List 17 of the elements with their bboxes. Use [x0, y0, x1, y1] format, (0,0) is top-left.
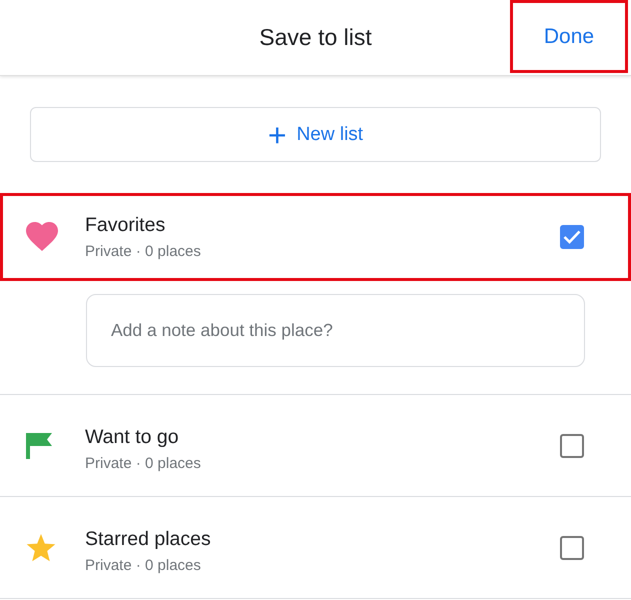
- checkbox[interactable]: [560, 536, 584, 560]
- list-name: Want to go: [85, 426, 180, 448]
- checkbox[interactable]: [560, 225, 584, 249]
- list-row[interactable]: Favorites Private · 0 places: [0, 193, 631, 281]
- done-button[interactable]: Done: [510, 0, 628, 73]
- window-title: Save to list: [259, 24, 372, 51]
- new-list-button[interactable]: + New list: [30, 107, 601, 162]
- checkbox[interactable]: [560, 434, 584, 458]
- plus-icon: +: [268, 118, 287, 150]
- list-subtitle: Private · 0 places: [85, 243, 202, 260]
- list-name: Favorites: [85, 214, 166, 237]
- list-row[interactable]: Starred places Private · 0 places: [0, 497, 631, 598]
- list-subtitle: Private · 0 places: [85, 454, 202, 472]
- list-row[interactable]: Want to go Private · 0 places: [0, 395, 631, 496]
- list-name: Starred places: [85, 528, 212, 550]
- note-field[interactable]: Add a note about this place?: [86, 294, 585, 367]
- list-subtitle: Private · 0 places: [85, 556, 202, 574]
